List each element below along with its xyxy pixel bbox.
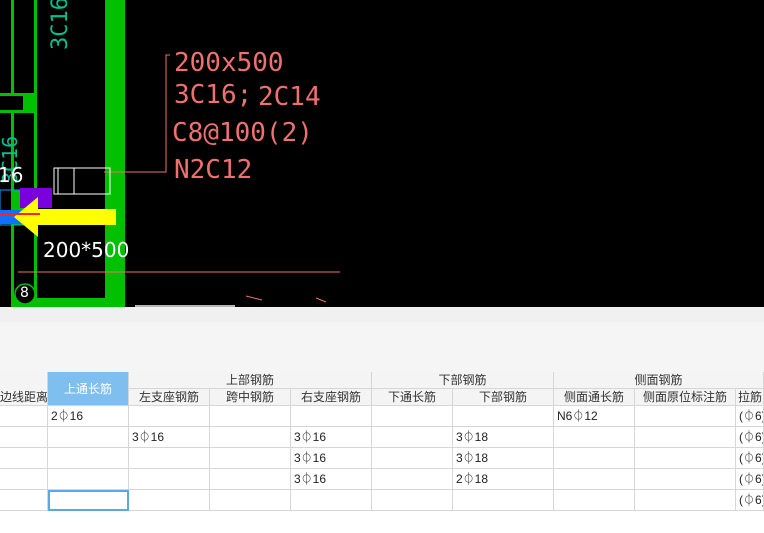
toolbar-strip <box>0 307 764 323</box>
table-cell[interactable] <box>554 469 635 490</box>
table-cell[interactable] <box>635 406 736 427</box>
table-cell[interactable]: 3⏀16 <box>291 448 372 469</box>
table-cell[interactable] <box>372 448 453 469</box>
rebar-table: 上通长筋 上部钢筋 下部钢筋 侧面钢筋 边线距离 左支座钢筋 跨中钢筋 右支座钢… <box>0 372 764 533</box>
table-cell[interactable] <box>372 427 453 448</box>
table-cell[interactable] <box>48 448 129 469</box>
table-cell[interactable] <box>129 469 210 490</box>
table-cell[interactable]: 3⏀16 <box>291 427 372 448</box>
beam-band-inner <box>0 96 23 110</box>
column-header-side-through[interactable]: 侧面通长筋 <box>554 389 635 406</box>
top-bars-label: 3C16; <box>174 80 253 110</box>
table-cell[interactable] <box>0 427 48 448</box>
table-cell[interactable] <box>0 406 48 427</box>
table-cell[interactable]: 3⏀16 <box>291 469 372 490</box>
table-cell[interactable] <box>48 469 129 490</box>
table-cell[interactable] <box>635 427 736 448</box>
group-header-top: 上部钢筋 <box>129 372 372 389</box>
table-cell[interactable]: 2⏀16 <box>48 406 129 427</box>
column-header-bottom-through[interactable]: 下通长筋 <box>372 389 453 406</box>
panel-area <box>0 322 764 373</box>
table-cell[interactable] <box>453 490 554 511</box>
column-header-right-support[interactable]: 右支座钢筋 <box>291 389 372 406</box>
table-cell[interactable] <box>0 448 48 469</box>
group-header-bottom: 下部钢筋 <box>372 372 554 389</box>
table-cell[interactable] <box>129 406 210 427</box>
beam-size-label: 200x500 <box>174 48 284 78</box>
column-header-side-origin[interactable]: 侧面原位标注筋 <box>635 389 736 406</box>
beam-size-2-label: 200*500 <box>43 238 130 262</box>
table-cell[interactable] <box>210 406 291 427</box>
table-cell[interactable]: 2⏀18 <box>453 469 554 490</box>
table-cell[interactable] <box>554 490 635 511</box>
table-cell[interactable] <box>0 469 48 490</box>
table-cell[interactable] <box>635 469 736 490</box>
table-cell[interactable] <box>291 490 372 511</box>
column-header-tie[interactable]: 拉筋 <box>736 389 764 406</box>
stirrups-label: C8@100(2) <box>172 118 313 148</box>
table-cell[interactable]: (⏀6) <box>736 469 764 490</box>
table-cell[interactable] <box>210 427 291 448</box>
table-cell[interactable] <box>129 448 210 469</box>
table-cell[interactable] <box>372 406 453 427</box>
table-cell[interactable]: 3⏀16 <box>129 427 210 448</box>
cad-canvas[interactable]: 3C16 3C16 200x500 3C16; 2C14 C8@100(2) N… <box>0 0 764 307</box>
table-cell[interactable] <box>210 448 291 469</box>
table-cell[interactable]: (⏀6) <box>736 427 764 448</box>
table-cell[interactable] <box>210 469 291 490</box>
header-blank-1 <box>0 372 48 389</box>
column-header-top-through[interactable]: 上通长筋 <box>48 372 129 406</box>
table-cell[interactable] <box>129 490 210 511</box>
table-cell[interactable]: (⏀6) <box>736 448 764 469</box>
red-mark-2 <box>315 297 327 303</box>
column-header-bottom-bars[interactable]: 下部钢筋 <box>453 389 554 406</box>
column-header-left-support[interactable]: 左支座钢筋 <box>129 389 210 406</box>
table-cell[interactable] <box>554 427 635 448</box>
table-cell[interactable] <box>210 490 291 511</box>
table-cell[interactable]: (⏀6) <box>736 406 764 427</box>
table-cell[interactable] <box>48 427 129 448</box>
table-cell[interactable] <box>291 406 372 427</box>
table-cell[interactable] <box>0 490 48 511</box>
column-header-edge-distance[interactable]: 边线距离 <box>0 389 48 406</box>
axis-number-label: 8 <box>20 285 29 301</box>
table-cell[interactable] <box>372 469 453 490</box>
group-header-side: 侧面钢筋 <box>554 372 764 389</box>
table-cell[interactable]: 3⏀18 <box>453 427 554 448</box>
red-mark <box>245 295 263 301</box>
left-number-label: 16 <box>0 163 24 187</box>
table-cell[interactable]: (⏀6) <box>736 490 764 511</box>
table-cell[interactable]: 3⏀18 <box>453 448 554 469</box>
side-bars-label: N2C12 <box>174 155 253 185</box>
table-cell[interactable] <box>453 406 554 427</box>
table-cell[interactable] <box>372 490 453 511</box>
column-label: 3C16 <box>48 0 73 50</box>
side-bars-extra-label: 2C14 <box>258 82 321 112</box>
column-header-mid-span[interactable]: 跨中钢筋 <box>210 389 291 406</box>
table-cell[interactable] <box>635 448 736 469</box>
table-cell[interactable] <box>635 490 736 511</box>
table-cell[interactable] <box>554 448 635 469</box>
table-cell[interactable]: N6⏀12 <box>554 406 635 427</box>
table-cell[interactable] <box>48 490 129 511</box>
